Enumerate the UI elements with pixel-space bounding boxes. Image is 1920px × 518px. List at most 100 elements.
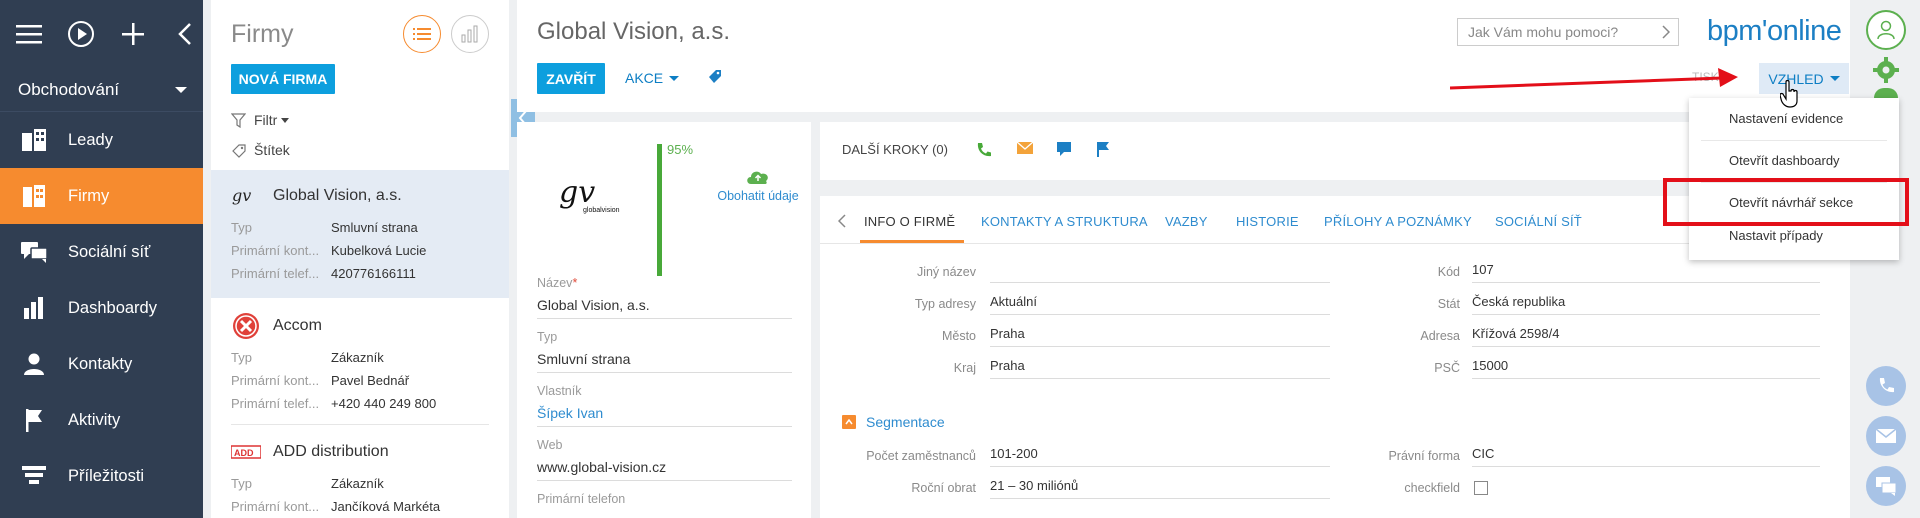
segmentation-group-toggle[interactable]: Segmentace: [842, 414, 945, 430]
field-alt-name[interactable]: Jiný název: [820, 258, 1340, 286]
field-value[interactable]: Křížová 2598/4: [1472, 325, 1820, 347]
type-field[interactable]: Smluvní strana: [537, 351, 792, 373]
name-field[interactable]: Global Vision, a.s.: [537, 297, 792, 319]
leads-icon: [20, 126, 48, 154]
phone-call-button[interactable]: [1866, 366, 1906, 406]
add-icon[interactable]: [118, 19, 148, 49]
nav-item-activities[interactable]: Aktivity: [0, 392, 203, 448]
field-value: Smluvní strana: [331, 220, 418, 235]
chat-button[interactable]: [1866, 466, 1906, 506]
field-value[interactable]: Česká republika: [1472, 293, 1820, 315]
help-icon[interactable]: [1874, 88, 1898, 98]
email-button[interactable]: [1866, 416, 1906, 456]
email-icon[interactable]: [1016, 141, 1034, 160]
list-item[interactable]: ADD ADD distribution Typ Zákazník Primárn…: [211, 426, 509, 518]
list-item[interactable]: Accom Typ Zákazník Primární kont... Pavel …: [211, 300, 509, 425]
field-legal-form[interactable]: Právní forma CIC: [1340, 442, 1850, 470]
field-city[interactable]: Město Praha: [820, 322, 1340, 350]
view-button[interactable]: VZHLED: [1759, 63, 1849, 94]
field-address-type[interactable]: Typ adresy Aktuální: [820, 290, 1340, 318]
close-button[interactable]: ZAVŘÍT: [537, 63, 605, 94]
field-type[interactable]: Typ Smluvní strana: [537, 330, 792, 373]
hamburger-menu-icon[interactable]: [14, 19, 44, 49]
workspace-selector[interactable]: Obchodování: [0, 68, 203, 112]
field-value[interactable]: 101-200: [990, 445, 1330, 467]
field-employees[interactable]: Počet zaměstnanců 101-200: [820, 442, 1340, 470]
tag-filter-button[interactable]: Štítek: [231, 142, 290, 158]
menu-item-open-dashboards[interactable]: Otevřít dashboardy: [1729, 153, 1840, 168]
field-label: Web: [537, 438, 563, 452]
actions-button[interactable]: AKCE: [625, 70, 680, 86]
field-checkfield[interactable]: checkfield: [1340, 474, 1850, 502]
field-value: Jančíková Markéta: [331, 499, 441, 514]
field-label: Název: [537, 276, 573, 290]
filter-button[interactable]: Filtr: [231, 112, 290, 128]
field-label: Typ: [537, 330, 558, 344]
nav-item-contacts[interactable]: Kontakty: [0, 336, 203, 392]
field-web[interactable]: Web www.global-vision.cz: [537, 438, 792, 481]
field-label: Typ: [231, 350, 252, 365]
field-label: Jiný název: [916, 265, 976, 279]
tab-history[interactable]: HISTORIE: [1236, 214, 1299, 229]
help-search-input[interactable]: Jak Vám mohu pomoci?: [1457, 18, 1679, 46]
tab-attachments[interactable]: PŘÍLOHY A POZNÁMKY: [1324, 214, 1472, 229]
tab-contacts-structure[interactable]: KONTAKTY A STRUKTURA: [981, 214, 1148, 229]
enrich-data-button[interactable]: Obohatit údaje: [717, 168, 799, 203]
field-name[interactable]: Název* Global Vision, a.s.: [537, 276, 792, 319]
field-country[interactable]: Stát Česká republika: [1340, 290, 1850, 318]
checkfield-checkbox[interactable]: [1474, 481, 1488, 495]
field-value[interactable]: 107: [1472, 261, 1820, 283]
collapse-nav-icon[interactable]: [170, 19, 200, 49]
field-value[interactable]: Praha: [990, 357, 1330, 379]
field-value[interactable]: 15000: [1472, 357, 1820, 379]
user-avatar[interactable]: [1866, 10, 1906, 50]
nav-item-label: Aktivity: [68, 410, 121, 429]
opportunities-funnel-icon: [20, 462, 48, 490]
field-owner[interactable]: Vlastník Šípek Ivan: [537, 384, 792, 427]
field-zip[interactable]: PSČ 15000: [1340, 354, 1850, 382]
list-view-button[interactable]: [403, 15, 441, 53]
play-process-icon[interactable]: [66, 19, 96, 49]
next-steps-label[interactable]: DALŠÍ KROKY (0): [842, 142, 948, 157]
field-value[interactable]: Praha: [990, 325, 1330, 347]
field-primary-phone[interactable]: Primární telefon: [537, 492, 792, 506]
comment-icon[interactable]: [1056, 141, 1072, 162]
nav-item-opportunities[interactable]: Příležitosti: [0, 448, 203, 504]
chevron-left-icon[interactable]: [837, 214, 846, 233]
field-code[interactable]: Kód 107: [1340, 258, 1850, 286]
flag-icon[interactable]: [1096, 141, 1110, 162]
field-value: Zákazník: [331, 350, 384, 365]
nav-item-social[interactable]: Sociální síť: [0, 224, 203, 280]
field-address[interactable]: Adresa Křížová 2598/4: [1340, 322, 1850, 350]
field-value[interactable]: 21 – 30 miliónů: [990, 477, 1330, 499]
new-account-button[interactable]: NOVÁ FIRMA: [231, 64, 335, 94]
list-item[interactable]: gv Global Vision, a.s. Typ Smluvní strana…: [211, 170, 509, 298]
field-value[interactable]: CIC: [1472, 445, 1820, 467]
nav-item-dashboards[interactable]: Dashboardy: [0, 280, 203, 336]
tab-social[interactable]: SOCIÁLNÍ SÍŤ: [1495, 214, 1582, 229]
nav-item-firmy[interactable]: Firmy: [0, 168, 203, 224]
company-logo-icon: ADD: [231, 437, 261, 467]
chevron-down-icon: [175, 86, 187, 93]
svg-text:ADD: ADD: [234, 448, 254, 458]
analytics-view-button[interactable]: [451, 15, 489, 53]
nav-item-leady[interactable]: Leady: [0, 112, 203, 168]
field-value[interactable]: Aktuální: [990, 293, 1330, 315]
owner-field[interactable]: Šípek Ivan: [537, 405, 792, 427]
contacts-icon: [20, 350, 48, 378]
nav-item-label: Dashboardy: [68, 298, 157, 317]
gear-icon[interactable]: [1872, 56, 1900, 89]
tag-icon[interactable]: [707, 68, 723, 89]
accounts-icon: [20, 182, 48, 210]
menu-item-setup-cases[interactable]: Nastavit případy: [1729, 228, 1823, 243]
call-icon[interactable]: [975, 141, 993, 164]
divider: [231, 424, 489, 425]
web-field[interactable]: www.global-vision.cz: [537, 459, 792, 481]
field-revenue[interactable]: Roční obrat 21 – 30 miliónů: [820, 474, 1340, 502]
field-value[interactable]: [990, 261, 1330, 283]
menu-item-section-settings[interactable]: Nastavení evidence: [1729, 111, 1843, 126]
field-region[interactable]: Kraj Praha: [820, 354, 1340, 382]
tab-info[interactable]: INFO O FIRMĚ: [864, 214, 955, 229]
field-label: Primární telefon: [537, 492, 626, 506]
tab-links[interactable]: VAZBY: [1165, 214, 1208, 229]
